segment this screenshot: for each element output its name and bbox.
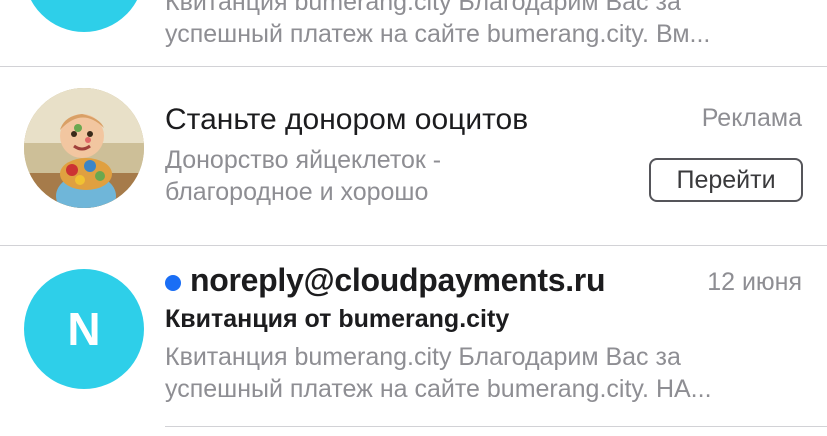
ad-label: Реклама	[701, 104, 802, 132]
preview-line-1: Квитанция bumerang.city Благодарим Вас з…	[165, 343, 681, 371]
message-subject: Квитанция от bumerang.city	[165, 305, 510, 333]
ad-title: Станьте донором ооцитов	[165, 103, 529, 136]
child-photo-avatar	[24, 88, 144, 208]
preview-line-2: благородное и хорошо	[165, 178, 429, 206]
message-preview: Квитанция bumerang.city Благодарим Вас з…	[165, 0, 805, 50]
avatar: N	[24, 269, 144, 389]
message-date: 12 июня	[707, 268, 802, 296]
preview-line-2: успешный платеж на сайте bumerang.city. …	[165, 20, 711, 48]
mail-list: Квитанция bumerang.city Благодарим Вас з…	[0, 0, 827, 436]
preview-line-2: успешный платеж на сайте bumerang.city. …	[165, 375, 712, 403]
divider	[0, 245, 827, 246]
divider	[0, 66, 827, 67]
go-button[interactable]: Перейти	[649, 158, 803, 202]
ad-description: Донорство яйцеклеток - благородное и хор…	[165, 144, 635, 208]
divider	[165, 426, 827, 427]
sender-name: noreply@cloudpayments.ru	[190, 262, 606, 298]
message-preview: Квитанция bumerang.city Благодарим Вас з…	[165, 341, 805, 405]
unread-dot-icon	[165, 275, 181, 291]
preview-line-1: Донорство яйцеклеток -	[165, 146, 442, 174]
avatar	[24, 0, 144, 32]
preview-line-1: Квитанция bumerang.city Благодарим Вас з…	[165, 0, 681, 16]
